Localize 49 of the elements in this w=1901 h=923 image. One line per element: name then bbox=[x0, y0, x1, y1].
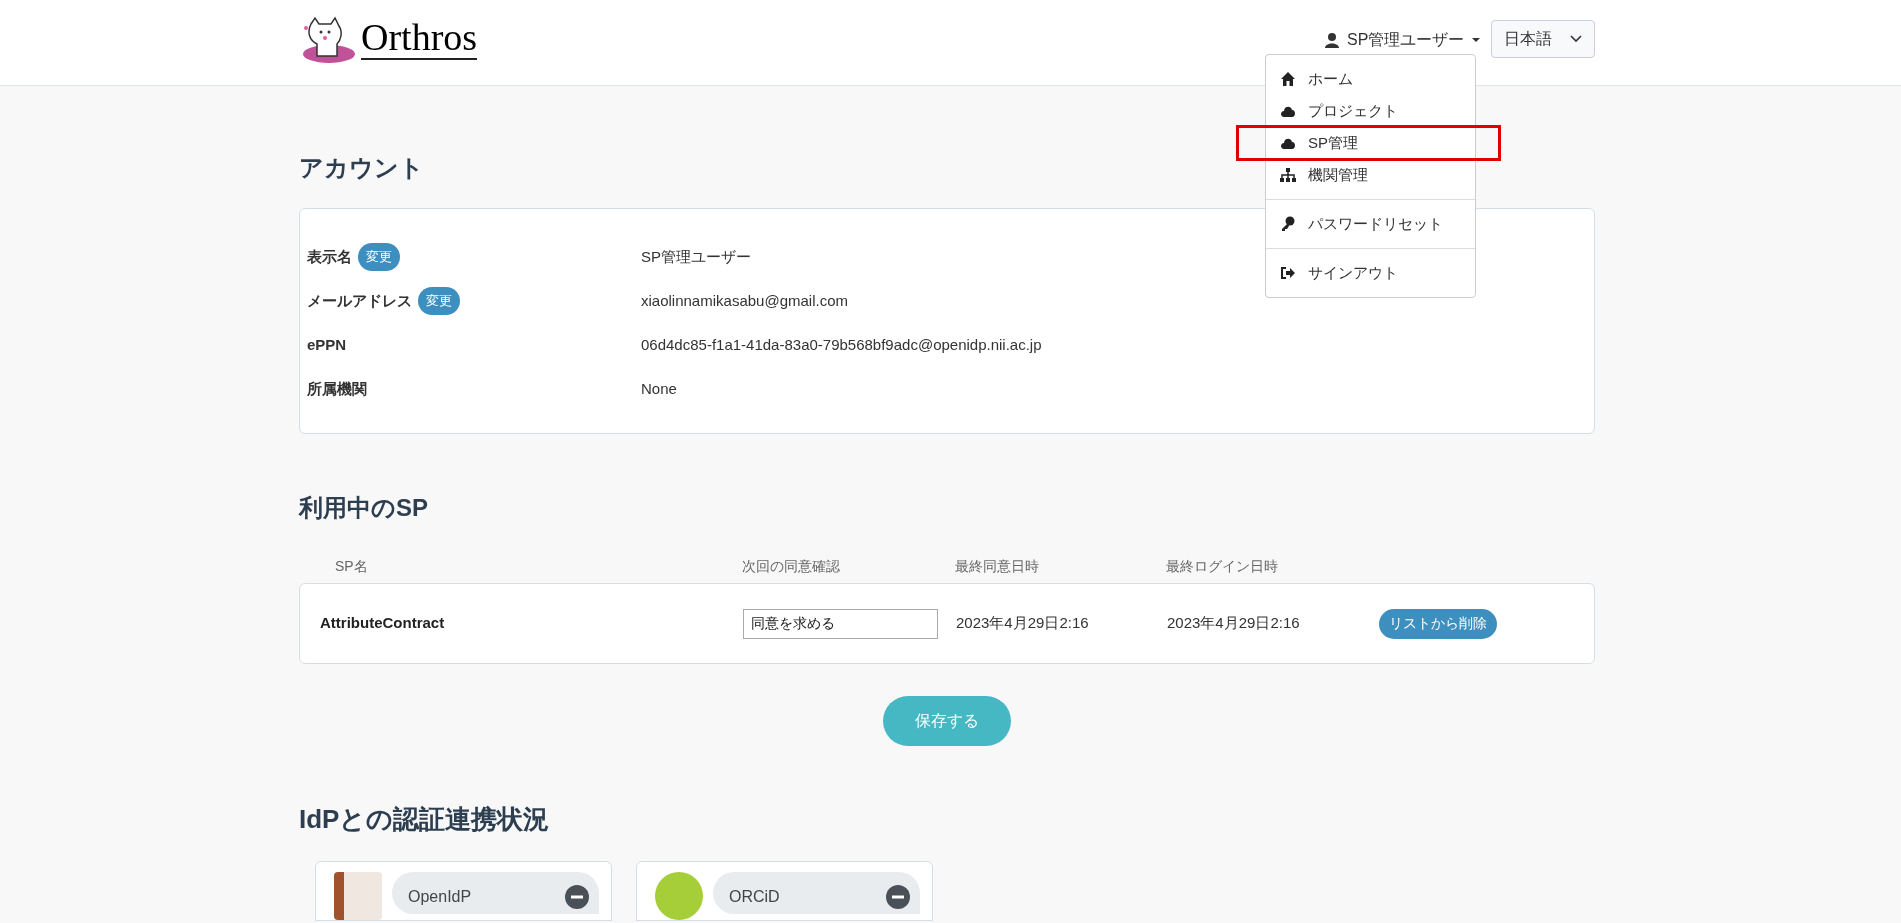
field-value: SP管理ユーザー bbox=[641, 246, 751, 267]
menu-item-label: 機関管理 bbox=[1308, 164, 1368, 185]
sitemap-icon bbox=[1280, 167, 1296, 183]
remove-button[interactable]: リストから削除 bbox=[1379, 608, 1497, 639]
menu-item[interactable]: SP管理 bbox=[1266, 127, 1475, 159]
table-cell: 2023年4月29日2:16 bbox=[956, 614, 1089, 632]
section-title: 利用中のSP bbox=[299, 493, 428, 523]
menu-item-label: サインアウト bbox=[1308, 262, 1398, 283]
menu-item[interactable]: パスワードリセット bbox=[1266, 208, 1475, 240]
field-label: 所属機関 bbox=[307, 378, 367, 399]
user-menu-button[interactable]: SP管理ユーザー bbox=[1325, 28, 1481, 52]
caret-icon bbox=[1472, 38, 1481, 42]
change-button[interactable]: 変更 bbox=[418, 287, 460, 315]
field-label: ePPN bbox=[307, 334, 347, 355]
column-header: SP名 bbox=[335, 558, 368, 574]
chevron-down-icon bbox=[1570, 35, 1582, 43]
remove-icon[interactable] bbox=[886, 885, 910, 909]
menu-item[interactable]: ホーム bbox=[1266, 63, 1475, 95]
column-header: 次回の同意確認 bbox=[742, 558, 840, 574]
sign-out-icon bbox=[1280, 265, 1296, 281]
section-title: IdPとの認証連携状況 bbox=[299, 803, 550, 836]
menu-item[interactable]: プロジェクト bbox=[1266, 95, 1475, 127]
menu-item[interactable]: サインアウト bbox=[1266, 257, 1475, 289]
idp-name: ORCiD bbox=[729, 887, 780, 907]
menu-item-label: SP管理 bbox=[1308, 132, 1358, 153]
language-label: 日本語 bbox=[1504, 29, 1552, 49]
column-header: 最終同意日時 bbox=[955, 558, 1039, 574]
logo-text: Orthros bbox=[361, 18, 478, 60]
menu-item-label: プロジェクト bbox=[1308, 100, 1398, 121]
user-icon bbox=[1325, 32, 1339, 48]
table-cell: 2023年4月29日2:16 bbox=[1167, 614, 1300, 632]
column-header: 最終ログイン日時 bbox=[1166, 558, 1278, 574]
remove-icon[interactable] bbox=[565, 885, 589, 909]
field-label: メールアドレス bbox=[307, 290, 412, 311]
section-title: アカウント bbox=[299, 153, 424, 183]
language-select[interactable]: 日本語 bbox=[1491, 20, 1595, 58]
change-button[interactable]: 変更 bbox=[358, 243, 400, 271]
field-value: xiaolinnamikasabu@gmail.com bbox=[641, 290, 848, 311]
menu-item-label: パスワードリセット bbox=[1308, 213, 1443, 234]
idp-name: OpenIdP bbox=[408, 887, 472, 907]
home-icon bbox=[1280, 71, 1296, 87]
field-value: None bbox=[641, 378, 677, 399]
menu-item[interactable]: 機関管理 bbox=[1266, 159, 1475, 191]
sp-name: AttributeContract bbox=[320, 614, 445, 632]
field-value: 06d4dc85-f1a1-41da-83a0-79b568bf9adc@openidp.nii.ac.jp bbox=[641, 334, 1042, 355]
field-label: 表示名 bbox=[307, 246, 352, 267]
menu-item-label: ホーム bbox=[1308, 68, 1353, 89]
key-icon bbox=[1280, 216, 1296, 232]
consent-select[interactable]: 同意を求める bbox=[743, 608, 938, 639]
